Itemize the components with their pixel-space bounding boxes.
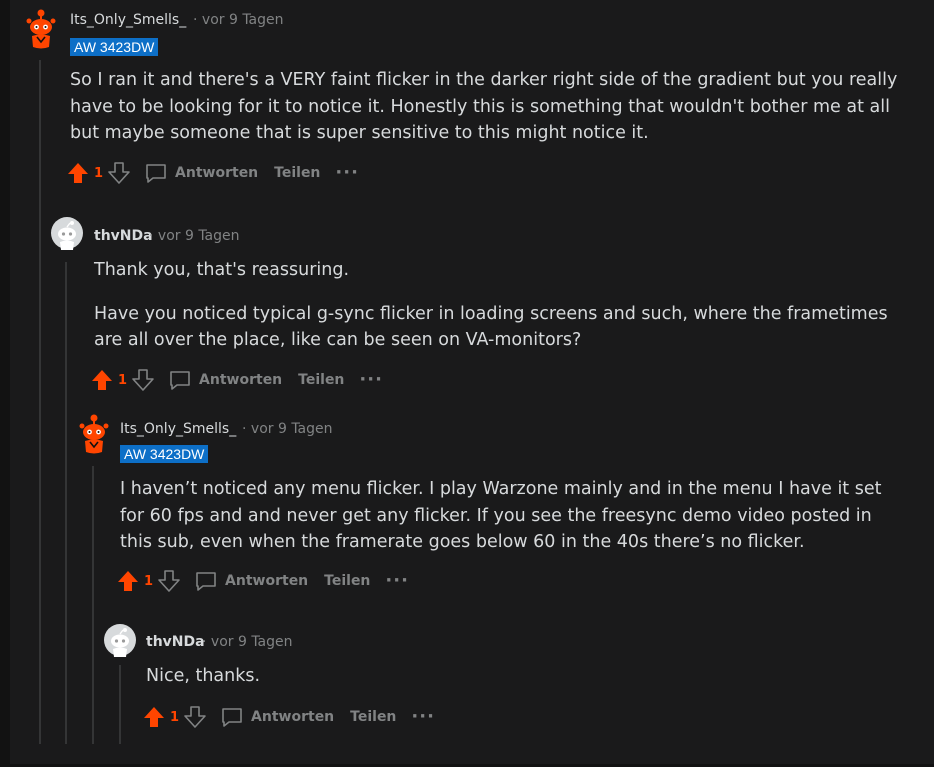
more-options-button[interactable]: ···: [411, 708, 435, 726]
comment-author[interactable]: Its_Only_Smells_: [120, 421, 236, 437]
comment-meta: · vor 9 Tagen: [202, 634, 293, 650]
comment-actions: 1 Antworten Teilen ···: [142, 703, 435, 731]
upvote-icon[interactable]: [90, 368, 114, 392]
reply-label: Antworten: [175, 165, 259, 181]
page: Its_Only_Smells_ · vor 9 Tagen AW 3423DW…: [0, 0, 934, 767]
thread-line[interactable]: [39, 60, 41, 744]
comment-paragraph: I haven’t noticed any menu flicker. I pl…: [120, 479, 882, 552]
meta-separator: ·: [149, 228, 154, 244]
reply-button[interactable]: Antworten: [194, 569, 308, 593]
share-button[interactable]: Teilen: [324, 573, 370, 589]
reply-label: Antworten: [225, 573, 309, 589]
reply-button[interactable]: Antworten: [168, 368, 282, 392]
share-button[interactable]: Teilen: [350, 709, 396, 725]
comment-meta: · vor 9 Tagen: [193, 12, 284, 28]
vote-count: 1: [118, 372, 128, 388]
comment-paragraph: Thank you, that's reassuring.: [94, 260, 350, 280]
comment-author[interactable]: thvNDa: [146, 634, 205, 650]
comment-icon: [222, 708, 242, 727]
upvote-icon[interactable]: [116, 569, 140, 593]
thread-line[interactable]: [119, 665, 121, 744]
comment-timestamp[interactable]: vor 9 Tagen: [158, 228, 240, 244]
user-flair: AW 3423DW: [70, 38, 159, 56]
upvote-icon[interactable]: [142, 705, 166, 729]
share-button[interactable]: Teilen: [298, 372, 344, 388]
meta-separator: ·: [202, 634, 207, 650]
comment-body: Thank you, that's reassuring. Have you n…: [94, 257, 902, 371]
comment-actions: 1 Antworten Teilen ···: [66, 159, 359, 187]
comment-timestamp[interactable]: vor 9 Tagen: [251, 421, 333, 437]
default-snoo-avatar-icon[interactable]: [50, 216, 84, 250]
comment-icon: [146, 164, 166, 183]
downvote-icon[interactable]: [131, 368, 155, 392]
comment-meta: · vor 9 Tagen: [242, 421, 333, 437]
comment-body: I haven’t noticed any menu flicker. I pl…: [120, 476, 905, 573]
thread-line[interactable]: [92, 466, 94, 744]
share-button[interactable]: Teilen: [274, 165, 320, 181]
downvote-icon[interactable]: [157, 569, 181, 593]
vote-count: 1: [94, 165, 104, 181]
meta-separator: ·: [193, 12, 198, 28]
default-snoo-avatar-icon[interactable]: [103, 623, 137, 657]
comment-timestamp[interactable]: vor 9 Tagen: [211, 634, 293, 650]
comment-body: So I ran it and there's a VERY faint fli…: [70, 67, 900, 164]
meta-separator: ·: [242, 421, 247, 437]
comment-icon: [196, 572, 216, 591]
comment-actions: 1 Antworten Teilen ···: [90, 366, 383, 394]
more-options-button[interactable]: ···: [385, 572, 409, 590]
upvote-icon[interactable]: [66, 161, 90, 185]
comment-icon: [170, 371, 190, 390]
comment-paragraph: So I ran it and there's a VERY faint fli…: [70, 70, 898, 143]
comment-actions: 1 Antworten Teilen ···: [116, 567, 409, 595]
thread-line[interactable]: [65, 262, 67, 744]
comment-paragraph: Nice, thanks.: [146, 666, 261, 686]
snoo-avatar-icon[interactable]: [75, 414, 109, 454]
vote-count: 1: [170, 709, 180, 725]
comment-author[interactable]: thvNDa: [94, 228, 153, 244]
comment-body: Nice, thanks.: [146, 663, 906, 707]
comment-meta: · vor 9 Tagen: [149, 228, 240, 244]
comment-author[interactable]: Its_Only_Smells_: [70, 12, 186, 28]
snoo-avatar-icon[interactable]: [22, 9, 56, 49]
more-options-button[interactable]: ···: [359, 371, 383, 389]
reply-label: Antworten: [251, 709, 335, 725]
user-flair: AW 3423DW: [120, 445, 209, 463]
downvote-icon[interactable]: [107, 161, 131, 185]
comment-timestamp[interactable]: vor 9 Tagen: [202, 12, 284, 28]
reply-label: Antworten: [199, 372, 283, 388]
reply-button[interactable]: Antworten: [220, 705, 334, 729]
more-options-button[interactable]: ···: [335, 164, 359, 182]
reply-button[interactable]: Antworten: [144, 161, 258, 185]
downvote-icon[interactable]: [183, 705, 207, 729]
comment-paragraph: Have you noticed typical g-sync flicker …: [94, 303, 888, 351]
vote-count: 1: [144, 573, 154, 589]
